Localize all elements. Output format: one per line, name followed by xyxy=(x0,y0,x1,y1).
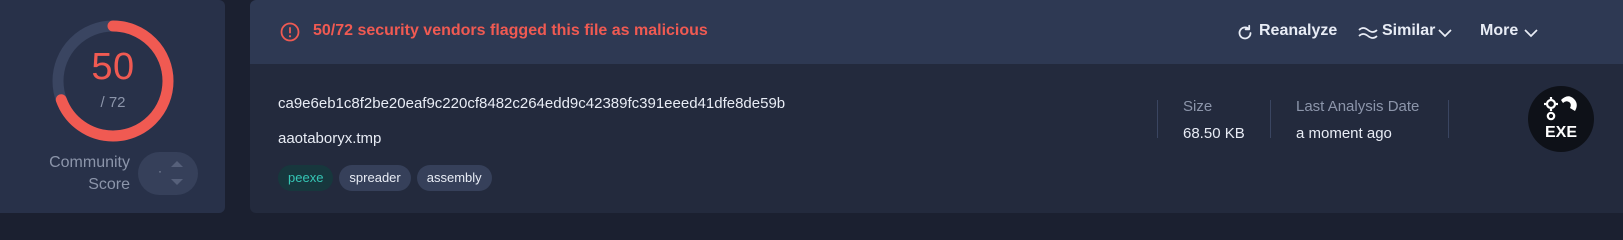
file-tags: peexe spreader assembly xyxy=(278,165,498,191)
tag-peexe[interactable]: peexe xyxy=(278,165,334,191)
file-name: aaotaboryx.tmp xyxy=(278,130,382,147)
detection-score-panel: 50 / 72 Community Score · xyxy=(0,0,225,213)
reanalyze-label: Reanalyze xyxy=(1259,22,1338,39)
size-value: 68.50 KB xyxy=(1183,125,1245,142)
gears-icon xyxy=(1544,96,1577,121)
detection-gauge: 50 / 72 xyxy=(48,16,178,146)
alert-message: 50/72 security vendors flagged this file… xyxy=(313,22,708,39)
chevron-down-icon xyxy=(1438,29,1452,38)
similar-label: Similar xyxy=(1382,22,1436,39)
tag-assembly[interactable]: assembly xyxy=(416,165,492,191)
vote-down-icon[interactable] xyxy=(171,179,183,185)
tag-spreader[interactable]: spreader xyxy=(339,165,411,191)
total-vendors: / 72 xyxy=(100,94,126,111)
community-score-value: · xyxy=(158,164,162,178)
similar-icon xyxy=(1358,27,1378,39)
community-label-line2: Score xyxy=(88,176,130,193)
alert-bar: 50/72 security vendors flagged this file… xyxy=(250,0,1623,64)
similar-button[interactable]: Similar xyxy=(1358,22,1458,46)
community-score-vote: · xyxy=(138,152,198,195)
community-label-line1: Community xyxy=(49,154,130,171)
detected-count: 50 xyxy=(91,46,135,88)
reanalyze-button[interactable]: Reanalyze xyxy=(1236,22,1346,46)
last-analysis-date-value: a moment ago xyxy=(1296,125,1392,142)
divider xyxy=(1270,100,1271,138)
file-type-badge: EXE xyxy=(1528,86,1594,152)
file-type-label: EXE xyxy=(1544,124,1577,141)
more-button[interactable]: More xyxy=(1480,22,1550,46)
chevron-down-icon xyxy=(1524,29,1538,38)
divider xyxy=(1448,100,1449,138)
more-label: More xyxy=(1480,22,1519,39)
file-summary-panel: 50/72 security vendors flagged this file… xyxy=(250,0,1623,213)
vote-up-icon[interactable] xyxy=(171,161,183,167)
size-label: Size xyxy=(1183,98,1213,115)
file-hash[interactable]: ca9e6eb1c8f2be20eaf9c220cf8482c264edd9c4… xyxy=(278,95,785,112)
last-analysis-date-label: Last Analysis Date xyxy=(1296,98,1420,115)
community-score-label: Community Score xyxy=(20,152,130,196)
divider xyxy=(1157,100,1158,138)
refresh-icon xyxy=(1238,24,1252,40)
alert-circle-icon xyxy=(280,22,300,47)
